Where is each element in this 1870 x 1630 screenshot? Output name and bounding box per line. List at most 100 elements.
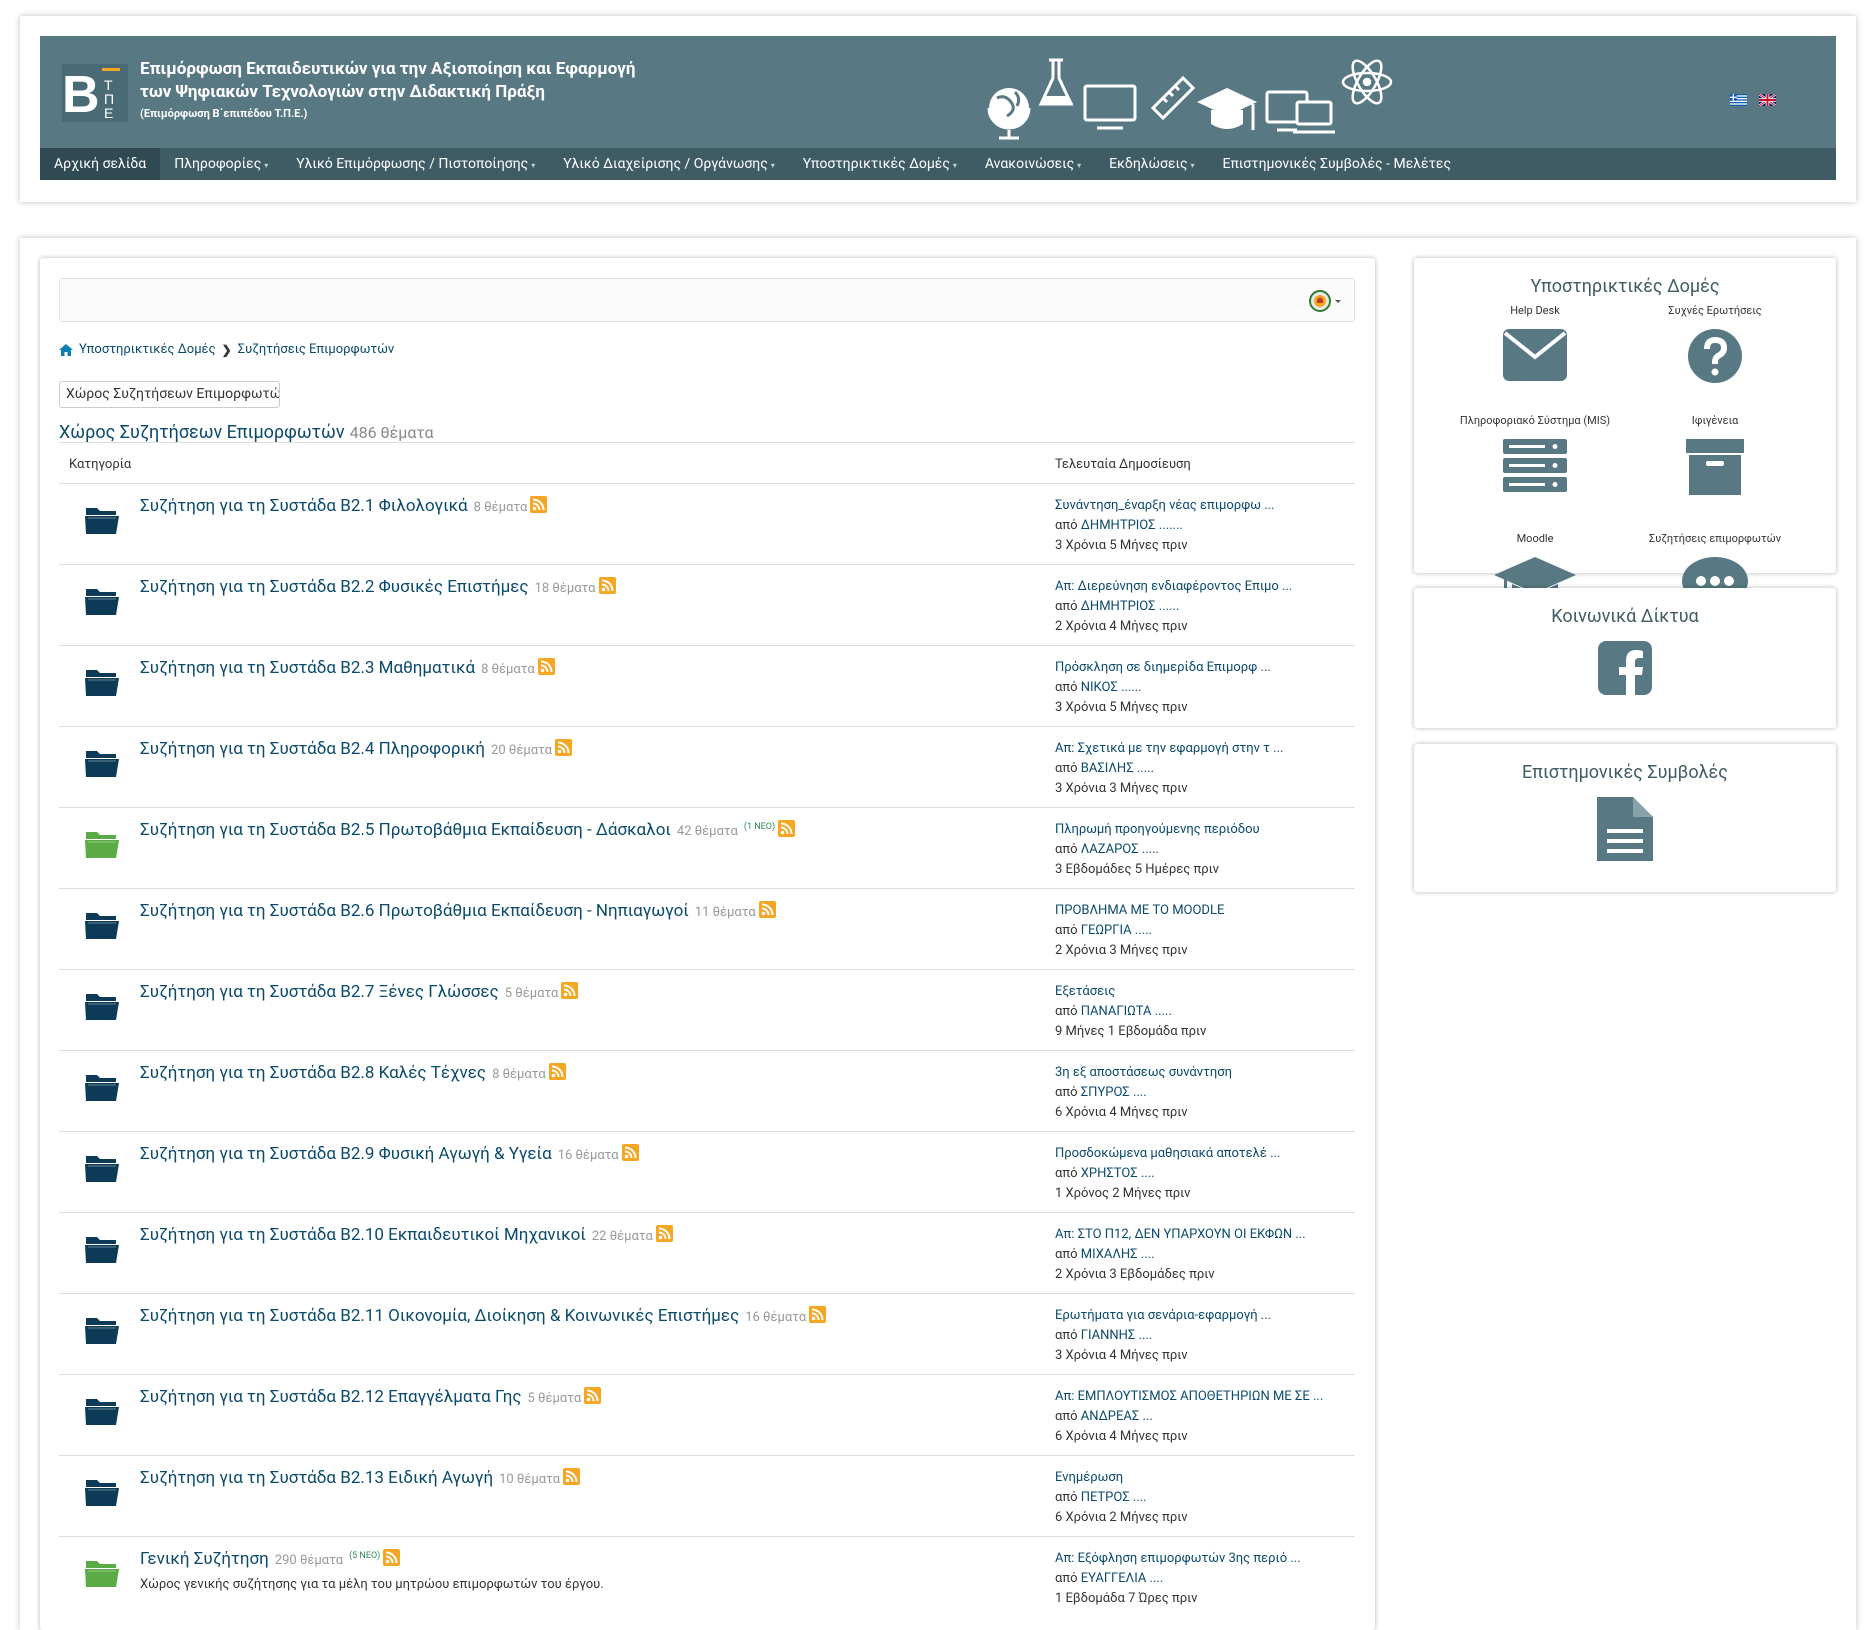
support-item[interactable]: Help Desk <box>1440 304 1630 381</box>
last-post-title[interactable]: Πρόσκληση σε διημερίδα Επιμορφ ... <box>1055 658 1271 678</box>
home-icon[interactable] <box>59 343 73 356</box>
rss-icon[interactable] <box>598 577 616 594</box>
folder-open-icon[interactable] <box>85 990 119 1020</box>
nav-item-2[interactable]: Υλικό Επιμόρφωσης / Πιστοποίησης ▾ <box>282 148 549 180</box>
server-icon[interactable] <box>1440 439 1630 493</box>
last-post-author[interactable]: ΓΙΑΝΝΗΣ .... <box>1081 1328 1153 1343</box>
last-post-author[interactable]: ΠΑΝΑΓΙΩΤΑ ..... <box>1081 1004 1172 1019</box>
last-post-title[interactable]: Προσδοκώμενα μαθησιακά αποτελέ ... <box>1055 1144 1280 1164</box>
folder-open-icon[interactable] <box>85 1314 119 1344</box>
nav-item-0[interactable]: Αρχική σελίδα <box>40 148 161 180</box>
folder-open-icon[interactable] <box>85 585 119 615</box>
breadcrumb-item-support[interactable]: Υποστηρικτικές Δομές <box>79 342 216 357</box>
rss-icon[interactable] <box>809 1306 827 1323</box>
last-post-author[interactable]: ΔΗΜΗΤΡΙΟΣ ...... <box>1081 599 1180 614</box>
folder-open-icon[interactable] <box>85 1152 119 1182</box>
category-title[interactable]: Συζήτηση για τη Συστάδα Β2.5 Πρωτοβάθμια… <box>140 820 671 840</box>
category-title[interactable]: Συζήτηση για τη Συστάδα Β2.7 Ξένες Γλώσσ… <box>140 982 499 1002</box>
rss-icon[interactable] <box>621 1144 639 1161</box>
last-post-time: 6 Χρόνια 2 Μήνες πριν <box>1055 1510 1188 1525</box>
category-title[interactable]: Συζήτηση για τη Συστάδα Β2.9 Φυσική Αγωγ… <box>140 1144 552 1164</box>
facebook-icon[interactable] <box>1598 641 1652 695</box>
last-post-author[interactable]: ΓΕΩΡΓΙΑ ..... <box>1081 923 1152 938</box>
category-title[interactable]: Συζήτηση για τη Συστάδα Β2.11 Οικονομία,… <box>140 1306 739 1326</box>
user-menu-button[interactable] <box>1308 288 1344 314</box>
category-title[interactable]: Γενική Συζήτηση <box>140 1549 269 1569</box>
category-title[interactable]: Συζήτηση για τη Συστάδα Β2.13 Ειδική Αγω… <box>140 1468 493 1488</box>
folder-open-icon[interactable] <box>85 1233 119 1263</box>
archive-icon[interactable] <box>1620 439 1810 495</box>
folder-open-icon[interactable] <box>85 1071 119 1101</box>
nav-item-3[interactable]: Υλικό Διαχείρισης / Οργάνωσης ▾ <box>549 148 789 180</box>
uk-flag-icon[interactable] <box>1759 94 1776 106</box>
last-post-author[interactable]: ΜΙΧΑΛΗΣ .... <box>1081 1247 1155 1262</box>
last-post-author[interactable]: ΝΙΚΟΣ ...... <box>1081 680 1142 695</box>
category-title[interactable]: Συζήτηση για τη Συστάδα Β2.6 Πρωτοβάθμια… <box>140 901 689 921</box>
nav-item-7[interactable]: Επιστημονικές Συμβολές - Μελέτες <box>1209 148 1465 180</box>
breadcrumb-item-discussions[interactable]: Συζητήσεις Επιμορφωτών <box>238 342 395 357</box>
last-post-title[interactable]: Εξετάσεις <box>1055 982 1206 1002</box>
support-item[interactable]: Πληροφοριακό Σύστημα (MIS) <box>1440 414 1630 493</box>
last-post-title[interactable]: 3η εξ αποστάσεως συνάντηση <box>1055 1063 1232 1083</box>
last-post-title[interactable]: ΠΡΟΒΛΗΜΑ ΜΕ ΤΟ MOODLE <box>1055 901 1224 921</box>
last-post-author[interactable]: ΣΠΥΡΟΣ .... <box>1081 1085 1147 1100</box>
last-post-author[interactable]: ΕΥΑΓΓΕΛΙΑ .... <box>1081 1571 1164 1586</box>
last-post-author[interactable]: ΠΕΤΡΟΣ .... <box>1081 1490 1147 1505</box>
category-title[interactable]: Συζήτηση για τη Συστάδα Β2.1 Φιλολογικά <box>140 496 468 516</box>
nav-item-4[interactable]: Υποστηρικτικές Δομές ▾ <box>789 148 971 180</box>
category-title[interactable]: Συζήτηση για τη Συστάδα Β2.2 Φυσικές Επι… <box>140 577 529 597</box>
folder-open-icon[interactable] <box>85 747 119 777</box>
last-post-author[interactable]: ΔΗΜΗΤΡΙΟΣ ....... <box>1081 518 1183 533</box>
rss-icon[interactable] <box>548 1063 566 1080</box>
rss-icon[interactable] <box>778 820 796 837</box>
nav-item-6[interactable]: Εκδηλώσεις ▾ <box>1095 148 1208 180</box>
greek-flag-icon[interactable] <box>1730 94 1747 106</box>
folder-open-icon[interactable] <box>85 909 119 939</box>
support-item[interactable]: Συχνές Ερωτήσεις <box>1620 304 1810 383</box>
last-post-title[interactable]: Απ: ΕΜΠΛΟΥΤΙΣΜΟΣ ΑΠΟΘΕΤΗΡΙΩΝ ΜΕ ΣΕ ... <box>1055 1387 1323 1407</box>
category-title[interactable]: Συζήτηση για τη Συστάδα Β2.4 Πληροφορική <box>140 739 485 759</box>
last-post-author[interactable]: ΛΑΖΑΡΟΣ ..... <box>1081 842 1159 857</box>
last-post-title[interactable]: Πληρωμή προηγούμενης περιόδου <box>1055 820 1260 840</box>
forum-title[interactable]: Χώρος Συζητήσεων Επιμορφωτών <box>59 422 345 443</box>
forum-jump-select[interactable]: Χώρος Συζητήσεων Επιμορφωτών ⌄ <box>59 381 280 408</box>
last-post-title[interactable]: Απ: ΣΤΟ Π12, ΔΕΝ ΥΠΑΡΧΟΥΝ ΟΙ ΕΚΦΩΝ ... <box>1055 1225 1306 1245</box>
folder-open-icon[interactable] <box>85 504 119 534</box>
last-post-title[interactable]: Συνάντηση_έναρξη νέας επιμορφω ... <box>1055 496 1275 516</box>
last-post-title[interactable]: Απ: Εξόφληση επιμορφωτών 3ης περιό ... <box>1055 1549 1301 1569</box>
folder-open-icon[interactable] <box>85 1395 119 1425</box>
document-icon[interactable] <box>1597 797 1653 861</box>
last-post-title[interactable]: Ερωτήματα για σενάρια-εφαρμογή ... <box>1055 1306 1271 1326</box>
last-post-author[interactable]: ΒΑΣΙΛΗΣ ..... <box>1081 761 1154 776</box>
rss-icon[interactable] <box>563 1468 581 1485</box>
envelope-icon[interactable] <box>1440 329 1630 381</box>
last-post-title[interactable]: Απ: Διερεύνηση ενδιαφέροντος Επιμο ... <box>1055 577 1292 597</box>
category-title[interactable]: Συζήτηση για τη Συστάδα Β2.8 Καλές Τέχνε… <box>140 1063 486 1083</box>
last-post-title[interactable]: Ενημέρωση <box>1055 1468 1188 1488</box>
folder-open-icon[interactable] <box>85 1476 119 1506</box>
rss-icon[interactable] <box>758 901 776 918</box>
rss-icon[interactable] <box>584 1387 602 1404</box>
site-logo[interactable]: B Τ Π Ε <box>58 60 128 124</box>
category-title[interactable]: Συζήτηση για τη Συστάδα Β2.12 Επαγγέλματ… <box>140 1387 522 1407</box>
folder-open-new-icon[interactable] <box>85 828 119 858</box>
last-post-author[interactable]: ΧΡΗΣΤΟΣ .... <box>1081 1166 1155 1181</box>
nav-item-5[interactable]: Ανακοινώσεις ▾ <box>971 148 1095 180</box>
folder-open-icon[interactable] <box>85 666 119 696</box>
last-post-title[interactable]: Απ: Σχετικά με την εφαρμογή στην τ ... <box>1055 739 1283 759</box>
category-title[interactable]: Συζήτηση για τη Συστάδα Β2.3 Μαθηματικά <box>140 658 475 678</box>
support-item[interactable]: Ιφιγένεια <box>1620 414 1810 495</box>
rss-icon[interactable] <box>555 739 573 756</box>
category-title[interactable]: Συζήτηση για τη Συστάδα Β2.10 Εκπαιδευτι… <box>140 1225 586 1245</box>
rss-icon[interactable] <box>561 982 579 999</box>
rss-icon[interactable] <box>537 658 555 675</box>
last-post: Πληρωμή προηγούμενης περιόδου από ΛΑΖΑΡΟ… <box>1055 820 1260 880</box>
folder-open-new-icon[interactable] <box>85 1557 119 1587</box>
main-nav: Αρχική σελίδα Πληροφορίες ▾ Υλικό Επιμόρφωσ… <box>40 148 1836 180</box>
rss-icon[interactable] <box>655 1225 673 1242</box>
rss-icon[interactable] <box>383 1549 401 1566</box>
rss-icon[interactable] <box>530 496 548 513</box>
question-circle-icon[interactable] <box>1620 329 1810 383</box>
last-post-author[interactable]: ΑΝΔΡΕΑΣ ... <box>1081 1409 1153 1424</box>
nav-item-1[interactable]: Πληροφορίες ▾ <box>160 148 282 180</box>
